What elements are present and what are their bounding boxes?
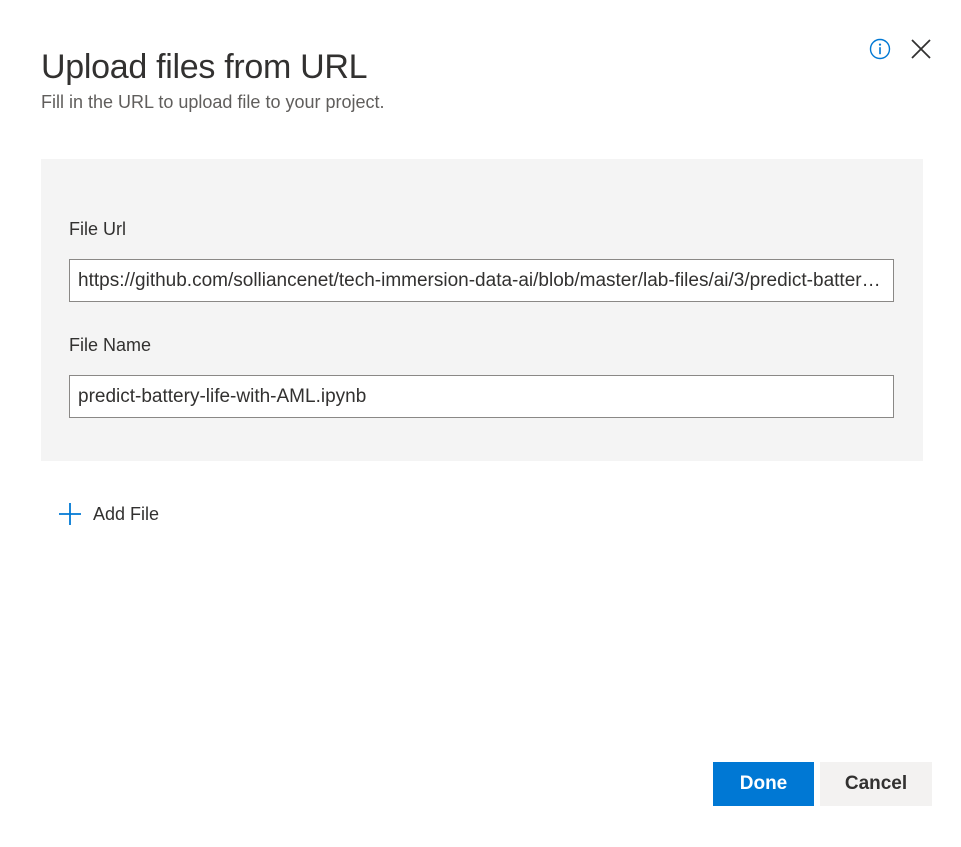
file-name-label: File Name xyxy=(69,335,152,355)
file-url-label: File Url xyxy=(69,219,126,239)
dialog-subtitle: Fill in the URL to upload file to your p… xyxy=(41,92,385,112)
close-button[interactable] xyxy=(908,36,934,62)
file-url-input[interactable] xyxy=(69,259,894,302)
close-icon xyxy=(911,39,931,59)
dialog-title: Upload files from URL xyxy=(41,48,368,86)
info-button[interactable] xyxy=(869,38,891,60)
add-file-label: Add File xyxy=(93,503,160,524)
file-entry-panel: File Url File Name xyxy=(41,159,923,461)
add-file-button[interactable]: Add File xyxy=(58,500,159,528)
upload-files-dialog: Upload files from URL Fill in the URL to… xyxy=(0,0,961,847)
file-name-input[interactable] xyxy=(69,375,894,418)
done-button[interactable]: Done xyxy=(713,762,814,806)
plus-icon xyxy=(59,503,81,525)
cancel-button[interactable]: Cancel xyxy=(820,762,932,806)
info-icon xyxy=(869,38,891,60)
